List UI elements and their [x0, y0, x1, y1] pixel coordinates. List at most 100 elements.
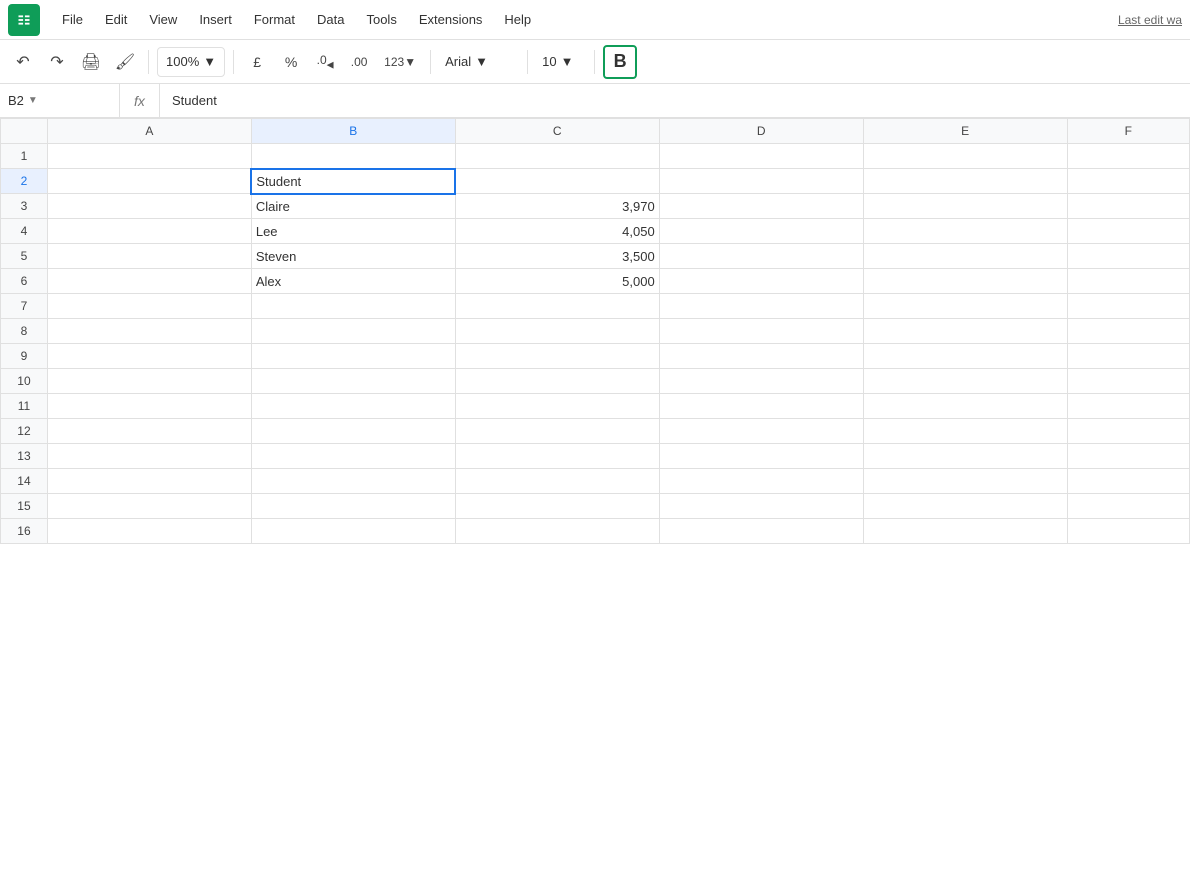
menu-extensions[interactable]: Extensions [409, 8, 493, 31]
col-header-c[interactable]: C [455, 119, 659, 144]
cell-d13[interactable] [659, 444, 863, 469]
cell-e10[interactable] [863, 369, 1067, 394]
cell-b2[interactable]: Student [251, 169, 455, 194]
currency-button[interactable]: £ [242, 47, 272, 77]
cell-a6[interactable] [47, 269, 251, 294]
col-header-b[interactable]: B [251, 119, 455, 144]
cell-e2[interactable] [863, 169, 1067, 194]
menu-edit[interactable]: Edit [95, 8, 137, 31]
cell-f15[interactable] [1067, 494, 1189, 519]
cell-f3[interactable] [1067, 194, 1189, 219]
cell-f16[interactable] [1067, 519, 1189, 544]
paint-format-button[interactable]: 🖌 [110, 47, 140, 77]
cell-e7[interactable] [863, 294, 1067, 319]
cell-a13[interactable] [47, 444, 251, 469]
cell-f8[interactable] [1067, 319, 1189, 344]
cell-f5[interactable] [1067, 244, 1189, 269]
bold-button[interactable]: B [603, 45, 637, 79]
cell-c8[interactable] [455, 319, 659, 344]
cell-d2[interactable] [659, 169, 863, 194]
decimal-more-button[interactable]: .00 [344, 47, 374, 77]
cell-d16[interactable] [659, 519, 863, 544]
cell-a16[interactable] [47, 519, 251, 544]
cell-d15[interactable] [659, 494, 863, 519]
cell-b13[interactable] [251, 444, 455, 469]
cell-b10[interactable] [251, 369, 455, 394]
cell-e3[interactable] [863, 194, 1067, 219]
cell-c9[interactable] [455, 344, 659, 369]
cell-b3[interactable]: Claire [251, 194, 455, 219]
cell-e12[interactable] [863, 419, 1067, 444]
cell-a2[interactable] [47, 169, 251, 194]
cell-d1[interactable] [659, 144, 863, 169]
cell-c5[interactable]: 3,500 [455, 244, 659, 269]
cell-d7[interactable] [659, 294, 863, 319]
format-button[interactable]: 123 ▼ [378, 47, 422, 77]
cell-d11[interactable] [659, 394, 863, 419]
cell-d4[interactable] [659, 219, 863, 244]
cell-d10[interactable] [659, 369, 863, 394]
cell-f13[interactable] [1067, 444, 1189, 469]
cell-b14[interactable] [251, 469, 455, 494]
cell-a15[interactable] [47, 494, 251, 519]
cell-e14[interactable] [863, 469, 1067, 494]
cell-c11[interactable] [455, 394, 659, 419]
cell-a4[interactable] [47, 219, 251, 244]
cell-c13[interactable] [455, 444, 659, 469]
last-edit-label[interactable]: Last edit wa [1118, 13, 1182, 27]
fx-button[interactable]: fx [120, 84, 160, 117]
cell-e13[interactable] [863, 444, 1067, 469]
cell-a3[interactable] [47, 194, 251, 219]
cell-a8[interactable] [47, 319, 251, 344]
font-selector[interactable]: Arial ▼ [439, 47, 519, 77]
cell-c12[interactable] [455, 419, 659, 444]
col-header-f[interactable]: F [1067, 119, 1189, 144]
cell-e15[interactable] [863, 494, 1067, 519]
cell-f7[interactable] [1067, 294, 1189, 319]
cell-b1[interactable] [251, 144, 455, 169]
cell-d9[interactable] [659, 344, 863, 369]
menu-data[interactable]: Data [307, 8, 354, 31]
cell-b15[interactable] [251, 494, 455, 519]
cell-a12[interactable] [47, 419, 251, 444]
cell-d8[interactable] [659, 319, 863, 344]
cell-f14[interactable] [1067, 469, 1189, 494]
cell-c4[interactable]: 4,050 [455, 219, 659, 244]
cell-b9[interactable] [251, 344, 455, 369]
cell-f10[interactable] [1067, 369, 1189, 394]
cell-e1[interactable] [863, 144, 1067, 169]
cell-e4[interactable] [863, 219, 1067, 244]
percent-button[interactable]: % [276, 47, 306, 77]
cell-c15[interactable] [455, 494, 659, 519]
cell-b6[interactable]: Alex [251, 269, 455, 294]
menu-help[interactable]: Help [494, 8, 541, 31]
cell-d14[interactable] [659, 469, 863, 494]
cell-b12[interactable] [251, 419, 455, 444]
cell-reference-box[interactable]: B2 ▼ [0, 84, 120, 117]
menu-tools[interactable]: Tools [356, 8, 406, 31]
menu-format[interactable]: Format [244, 8, 305, 31]
formula-input[interactable]: Student [160, 93, 1190, 108]
cell-d6[interactable] [659, 269, 863, 294]
cell-b7[interactable] [251, 294, 455, 319]
zoom-selector[interactable]: 100% ▼ [157, 47, 225, 77]
cell-c2[interactable] [455, 169, 659, 194]
cell-c3[interactable]: 3,970 [455, 194, 659, 219]
cell-e11[interactable] [863, 394, 1067, 419]
cell-a11[interactable] [47, 394, 251, 419]
cell-a10[interactable] [47, 369, 251, 394]
cell-d3[interactable] [659, 194, 863, 219]
cell-f9[interactable] [1067, 344, 1189, 369]
cell-e9[interactable] [863, 344, 1067, 369]
cell-a9[interactable] [47, 344, 251, 369]
cell-b8[interactable] [251, 319, 455, 344]
cell-a7[interactable] [47, 294, 251, 319]
cell-c10[interactable] [455, 369, 659, 394]
cell-c7[interactable] [455, 294, 659, 319]
cell-a1[interactable] [47, 144, 251, 169]
col-header-a[interactable]: A [47, 119, 251, 144]
redo-button[interactable]: ↷ [42, 47, 72, 77]
cell-e8[interactable] [863, 319, 1067, 344]
menu-file[interactable]: File [52, 8, 93, 31]
cell-c16[interactable] [455, 519, 659, 544]
